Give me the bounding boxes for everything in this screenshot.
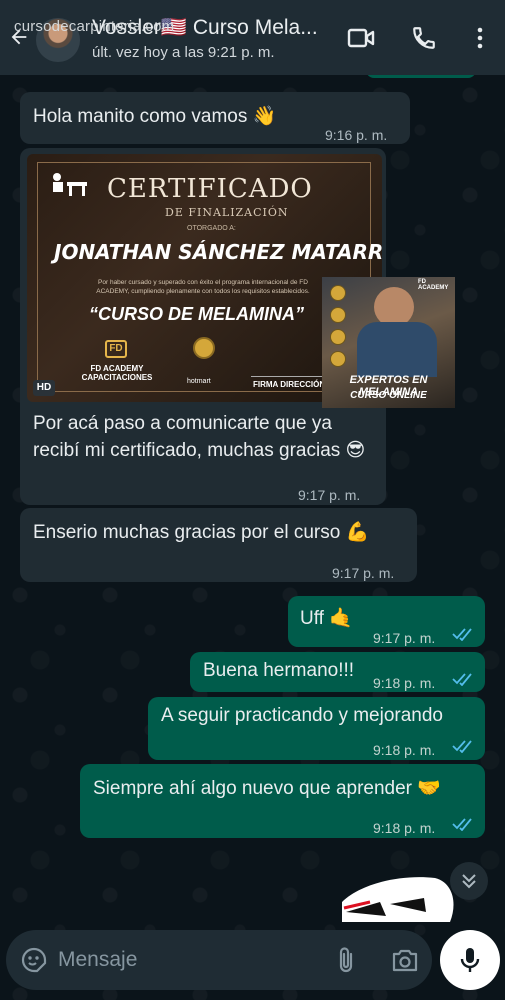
message-time: 9:18 p. m.	[373, 675, 436, 691]
message-text: Uff 🤙	[300, 608, 353, 629]
message-bubble-incoming[interactable]: Hola manito como vamos 👋 9:16 p. m.	[20, 92, 410, 144]
academy-label: FD ACADEMY CAPACITACIONES	[81, 364, 153, 382]
signature-label: FIRMA DIRECCIÓN	[253, 380, 326, 389]
back-arrow-icon[interactable]	[6, 24, 32, 50]
certificate-recipient-name: JONATHAN SÁNCHEZ MATARRITA	[54, 240, 382, 264]
read-receipt-icon	[452, 628, 472, 641]
certificate-description: Por haber cursado y superado con éxito e…	[96, 279, 310, 295]
read-receipt-icon	[452, 740, 472, 753]
ad-top-label: FD ACADEMY	[418, 279, 449, 291]
phone-icon[interactable]	[410, 24, 438, 52]
message-bubble-outgoing[interactable]: A seguir practicando y mejorando 9:18 p.…	[148, 697, 485, 760]
ad-person-body	[357, 322, 437, 377]
contact-avatar[interactable]	[36, 18, 80, 62]
message-text: Buena hermano!!!	[203, 660, 355, 681]
voice-message-button[interactable]	[440, 930, 500, 990]
video-call-icon[interactable]	[347, 24, 375, 52]
ad-person-head	[374, 287, 414, 327]
certificate-awarded-label: OTORGADO A:	[187, 225, 236, 232]
course-ad-overlay: FD ACADEMY EXPERTOS EN MELAMINA CURSO ON…	[322, 277, 455, 408]
award-badge-icon	[330, 285, 346, 301]
award-badge-icon	[330, 307, 346, 323]
chat-header: cursodecarpinteria.com Vossler🇺🇸 Curso M…	[0, 0, 505, 75]
award-badge-icon	[330, 351, 346, 367]
fd-logo: FD	[105, 340, 127, 358]
message-bubble-outgoing[interactable]: Buena hermano!!! 9:18 p. m.	[190, 652, 485, 692]
message-text: Por acá paso a comunicarte que ya recibí…	[33, 413, 366, 461]
contact-last-seen: últ. vez hoy a las 9:21 p. m.	[92, 44, 275, 61]
certificate-subtitle: DE FINALIZACIÓN	[165, 206, 289, 219]
carpenter-icon	[49, 172, 89, 198]
read-receipt-icon	[452, 673, 472, 686]
contact-name[interactable]: Vossler🇺🇸 Curso Mela...	[92, 16, 337, 40]
message-time: 9:17 p. m.	[332, 565, 395, 581]
camera-icon[interactable]	[391, 947, 419, 973]
message-input[interactable]	[58, 944, 318, 976]
sticker-emoji-icon[interactable]	[21, 947, 47, 973]
medal-icon	[193, 337, 215, 359]
certificate-course-name: “CURSO DE MELAMINA”	[89, 304, 304, 324]
message-composer	[6, 930, 432, 990]
message-text: Enserio muchas gracias por el curso 💪	[33, 522, 370, 543]
message-time: 9:16 p. m.	[325, 127, 388, 143]
message-time: 9:17 p. m.	[298, 487, 361, 503]
message-text: Siempre ahí algo nuevo que aprender 🤝	[93, 778, 441, 799]
sticker-image[interactable]	[340, 872, 460, 924]
ad-subtitle: CURSO ONLINE	[350, 390, 427, 401]
hotmart-label: hotmart	[187, 378, 211, 385]
microphone-icon	[460, 948, 480, 972]
message-time: 9:18 p. m.	[373, 820, 436, 836]
attach-icon[interactable]	[333, 946, 359, 974]
double-chevron-down-icon	[462, 874, 476, 889]
message-time: 9:17 p. m.	[373, 630, 436, 646]
hd-badge: HD	[33, 380, 55, 396]
award-badge-icon	[330, 329, 346, 345]
read-receipt-icon	[452, 818, 472, 831]
scroll-to-bottom-button[interactable]	[450, 862, 488, 900]
message-text: Hola manito como vamos 👋	[33, 106, 277, 127]
message-bubble-incoming[interactable]: Enserio muchas gracias por el curso 💪 9:…	[20, 508, 417, 582]
certificate-title: CERTIFICADO	[107, 174, 313, 204]
message-time: 9:18 p. m.	[373, 742, 436, 758]
signature-line	[251, 376, 331, 377]
message-bubble-outgoing[interactable]: Siempre ahí algo nuevo que aprender 🤝 9:…	[80, 764, 485, 838]
more-vertical-icon[interactable]	[466, 24, 494, 52]
message-bubble-outgoing[interactable]: Uff 🤙 9:17 p. m.	[288, 596, 485, 647]
message-text: A seguir practicando y mejorando	[161, 705, 443, 726]
